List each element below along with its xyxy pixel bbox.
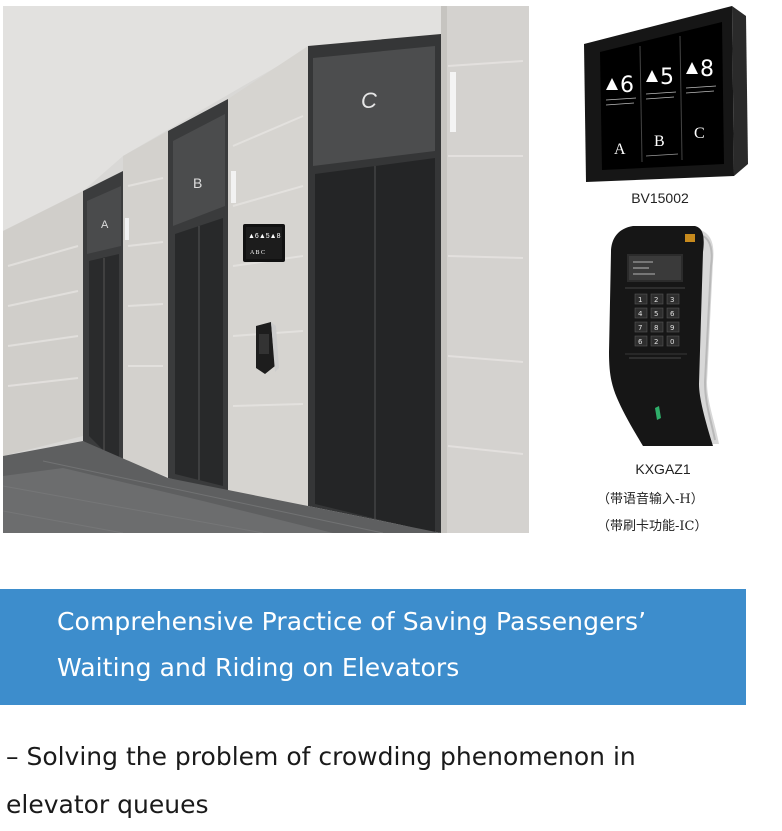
destination-keypad-icon xyxy=(256,322,279,374)
svg-text:6: 6 xyxy=(638,338,643,346)
subtitle-line-1: – Solving the problem of crowding phenom… xyxy=(6,742,636,771)
kxgaz1-keypad-image: 1 2 3 4 5 6 7 8 9 6 2 0 xyxy=(609,226,719,446)
elevator-c-label: C xyxy=(361,88,377,113)
car-b-label: B xyxy=(654,133,665,150)
svg-text:1: 1 xyxy=(638,296,642,304)
svg-text:8: 8 xyxy=(654,324,658,332)
kxgaz1-voice-input-note: （带语音输入-H） xyxy=(597,492,704,507)
svg-text:7: 7 xyxy=(638,324,642,332)
svg-text:2: 2 xyxy=(654,338,658,346)
svg-text:▲6▲5▲8: ▲6▲5▲8 xyxy=(248,233,281,240)
svg-text:0: 0 xyxy=(670,338,674,346)
bv15002-display-image: 6 5 8 A B C xyxy=(584,6,748,182)
svg-text:6: 6 xyxy=(670,310,675,318)
kxgaz1-model-label: KXGAZ1 xyxy=(635,461,691,477)
svg-text:A B C: A B C xyxy=(250,250,265,256)
svg-text:5: 5 xyxy=(654,310,658,318)
bv15002-model-label: BV15002 xyxy=(631,190,689,206)
subtitle-line-2: elevator queues xyxy=(6,790,209,819)
car-a-floor: 6 xyxy=(620,73,634,98)
svg-text:4: 4 xyxy=(638,310,643,318)
car-c-label: C xyxy=(694,125,705,142)
kxgaz1-card-reader-note: （带刷卡功能-IC） xyxy=(597,519,708,534)
banner-title-line-1: Comprehensive Practice of Saving Passeng… xyxy=(57,607,647,636)
car-b-floor: 5 xyxy=(660,65,674,90)
car-c-floor: 8 xyxy=(700,57,714,82)
elevator-dispatch-display-icon: ▲6▲5▲8 A B C xyxy=(243,224,285,262)
svg-text:9: 9 xyxy=(670,324,674,332)
title-banner: Comprehensive Practice of Saving Passeng… xyxy=(0,589,746,705)
elevator-b-label: B xyxy=(193,175,202,191)
car-a-label: A xyxy=(614,141,626,158)
elevator-lobby-illustration: A B C ▲6▲5▲8 A B C xyxy=(3,6,529,533)
svg-text:2: 2 xyxy=(654,296,658,304)
banner-title-line-2: Waiting and Riding on Elevators xyxy=(57,653,460,682)
svg-text:3: 3 xyxy=(670,296,674,304)
elevator-a-label: A xyxy=(101,219,109,231)
